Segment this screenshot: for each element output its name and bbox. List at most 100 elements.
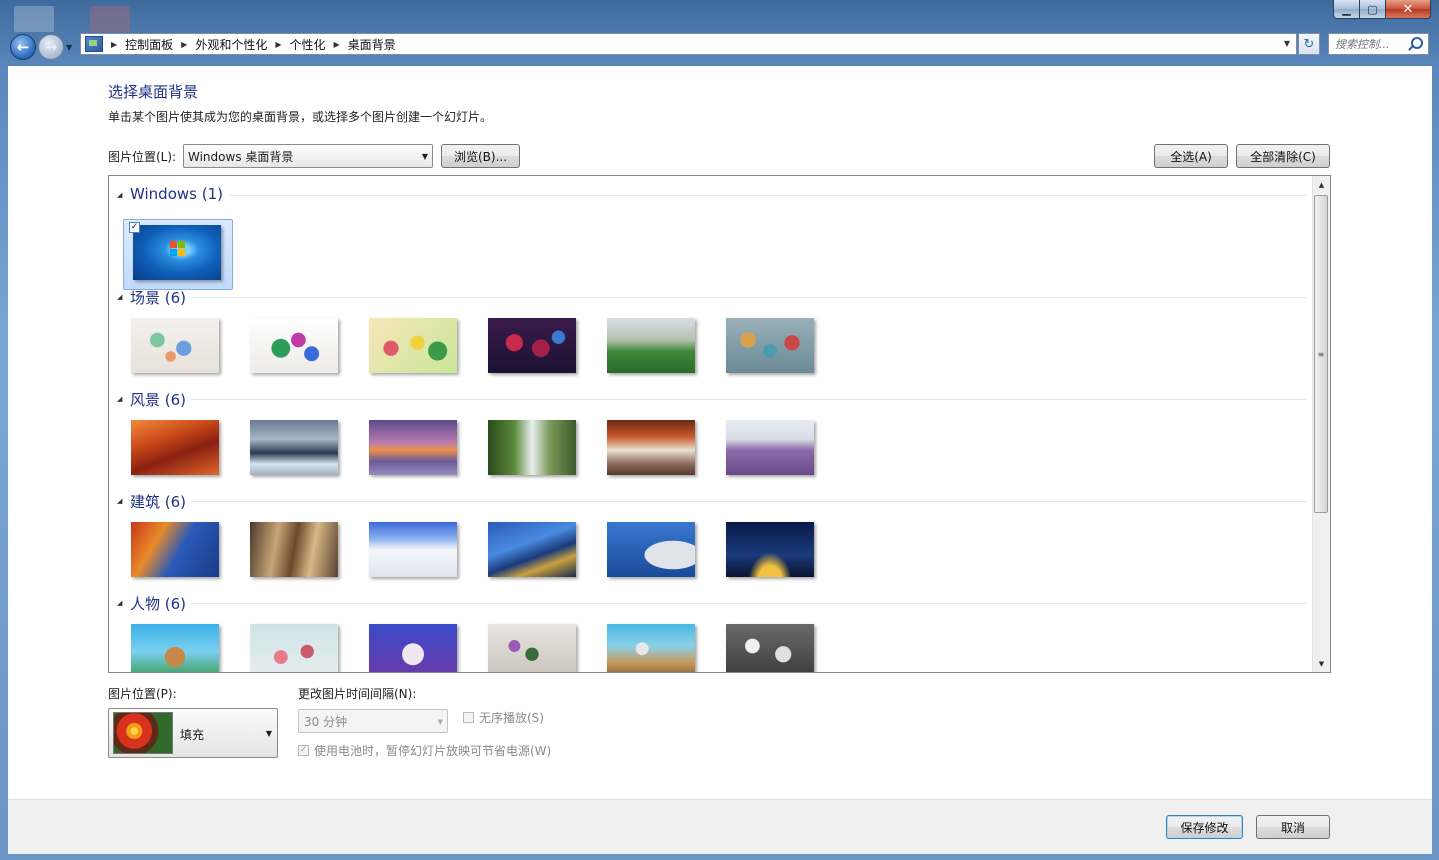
picture-location-select[interactable]: Windows 桌面背景 ▼ [183,144,433,168]
group-header[interactable]: ◢ 风景 (6) [117,389,1307,409]
wallpaper-thumbnail[interactable] [607,624,695,672]
wallpaper-thumbnail[interactable] [607,318,695,373]
wallpaper-thumbnail[interactable] [131,318,219,373]
group-title: 场景 (6) [130,289,187,307]
battery-pause-label[interactable]: 使用电池时，暂停幻灯片放映可节省电源(W) [314,742,551,759]
wallpaper-gallery[interactable]: ◢ Windows (1) ✓ ◢ 场景 (6) ◢ 风景 (6) ◢ 建筑 (… [108,175,1331,673]
close-button[interactable]: ✕ [1386,0,1431,19]
collapse-triangle-icon[interactable]: ◢ [117,395,122,403]
collapse-triangle-icon[interactable]: ◢ [117,497,122,505]
wallpaper-tile-selected[interactable]: ✓ [123,219,233,290]
checkbox-checked-icon[interactable]: ✓ [129,222,140,233]
wallpaper-thumbnail[interactable] [488,318,576,373]
wallpaper-thumbnail[interactable] [131,420,219,475]
recent-pages-dropdown-icon[interactable]: ▼ [66,43,72,52]
group-title: 风景 (6) [130,391,187,409]
wallpaper-thumbnail[interactable] [250,318,338,373]
group-scenes: ◢ 场景 (6) [109,287,1314,387]
maximize-button[interactable]: ▢ [1360,0,1386,19]
wallpaper-thumbnail[interactable] [131,522,219,577]
group-title: 人物 (6) [130,595,187,613]
back-button[interactable]: ← [10,34,36,60]
windows-logo-icon [170,241,177,248]
wallpaper-thumbnail[interactable] [250,624,338,672]
group-divider [229,195,1307,196]
refresh-icon: ↻ [1303,36,1315,52]
wallpaper-thumbnail[interactable] [488,420,576,475]
chevron-right-icon[interactable]: ▶ [275,40,281,49]
wallpaper-thumbnail [133,225,221,280]
wallpaper-thumbnail[interactable] [369,624,457,672]
search-input[interactable] [1335,37,1413,51]
chevron-right-icon[interactable]: ▶ [334,40,340,49]
grip-icon: ≡ [1317,349,1325,359]
interval-select[interactable]: 30 分钟 ▼ [298,709,448,733]
refresh-button[interactable]: ↻ [1298,33,1320,55]
minimize-button[interactable]: ▁ [1333,0,1360,19]
wallpaper-thumbnail[interactable] [488,624,576,672]
address-history-dropdown-icon[interactable]: ▼ [1284,39,1290,48]
wallpaper-thumbnail[interactable] [131,624,219,672]
forward-arrow-icon: → [44,38,58,56]
interval-label: 更改图片时间间隔(N): [298,687,417,701]
gallery-scrollbar[interactable]: ▲ ≡ ▼ [1312,176,1330,672]
wallpaper-thumbnail[interactable] [369,318,457,373]
scroll-up-icon[interactable]: ▲ [1313,176,1330,193]
wallpaper-thumbnail[interactable] [488,522,576,577]
title-bar[interactable]: ▁ ▢ ✕ [0,0,1439,32]
breadcrumb-desktop-background[interactable]: 桌面背景 [348,36,396,53]
forward-button[interactable]: → [38,34,64,60]
scrollbar-thumb[interactable]: ≡ [1314,195,1328,513]
scroll-down-icon[interactable]: ▼ [1313,655,1330,672]
picture-position-select[interactable]: 填充 ▼ [108,708,278,758]
shuffle-checkbox[interactable] [463,712,474,723]
group-divider [191,399,1307,400]
breadcrumb-personalization[interactable]: 个性化 [290,36,326,53]
group-windows: ◢ Windows (1) ✓ [109,185,1314,290]
chevron-down-icon: ▼ [421,152,428,161]
wallpaper-thumbnail[interactable] [369,522,457,577]
search-icon[interactable] [1411,37,1423,49]
wallpaper-thumbnail[interactable] [726,318,814,373]
collapse-triangle-icon[interactable]: ◢ [117,599,122,607]
group-header[interactable]: ◢ 场景 (6) [117,287,1307,307]
picture-location-label: 图片位置(L): [108,150,177,164]
wallpaper-thumbnail[interactable] [369,420,457,475]
wallpaper-thumbnail[interactable] [607,420,695,475]
windows-logo-part [178,241,185,248]
caption-buttons: ▁ ▢ ✕ [1333,0,1431,20]
address-bar[interactable]: ▶ 控制面板 ▶ 外观和个性化 ▶ 个性化 ▶ 桌面背景 ▼ [80,33,1297,55]
wallpaper-thumbnail[interactable] [726,522,814,577]
main-content: 选择桌面背景 单击某个图片使其成为您的桌面背景，或选择多个图片创建一个幻灯片。 … [8,66,1432,799]
browse-button[interactable]: 浏览(B)... [441,144,520,168]
shuffle-label[interactable]: 无序播放(S) [479,709,544,726]
group-header[interactable]: ◢ 人物 (6) [117,593,1307,613]
picture-location-value: Windows 桌面背景 [188,149,294,164]
group-header[interactable]: ◢ Windows (1) [117,185,1307,205]
wallpaper-thumbnail[interactable] [607,522,695,577]
save-changes-button[interactable]: 保存修改 [1166,815,1243,839]
group-title: Windows (1) [130,185,223,203]
cancel-button[interactable]: 取消 [1256,815,1330,839]
wallpaper-thumbnail[interactable] [250,420,338,475]
breadcrumb-control-panel[interactable]: 控制面板 [125,36,173,53]
back-arrow-icon: ← [16,38,30,56]
breadcrumb-appearance[interactable]: 外观和个性化 [195,36,267,53]
control-panel-icon [85,36,103,52]
picture-position-label: 图片位置(P): [108,687,177,701]
select-all-button[interactable]: 全选(A) [1154,144,1228,168]
group-divider [191,501,1307,502]
wallpaper-thumbnail[interactable] [250,522,338,577]
chevron-right-icon[interactable]: ▶ [181,40,187,49]
wallpaper-thumbnail[interactable] [726,420,814,475]
chevron-down-icon: ▼ [265,729,272,738]
chevron-right-icon[interactable]: ▶ [111,40,117,49]
wallpaper-thumbnail[interactable] [726,624,814,672]
collapse-triangle-icon[interactable]: ◢ [117,191,122,199]
clear-all-button[interactable]: 全部清除(C) [1236,144,1330,168]
battery-pause-checkbox[interactable]: ✓ [298,745,309,756]
group-header[interactable]: ◢ 建筑 (6) [117,491,1307,511]
page-title: 选择桌面背景 [108,83,199,101]
search-box [1328,33,1429,55]
collapse-triangle-icon[interactable]: ◢ [117,293,122,301]
